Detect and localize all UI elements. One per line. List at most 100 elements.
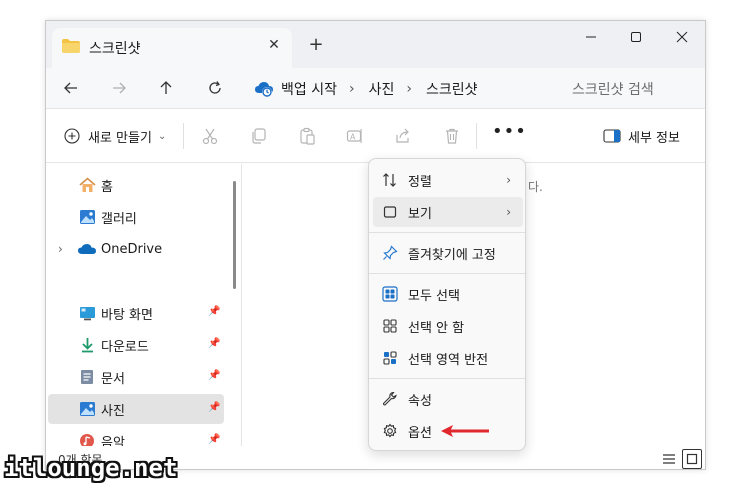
folder-icon: [62, 39, 80, 53]
document-icon: [78, 368, 96, 386]
breadcrumb-backup[interactable]: 백업 시작: [281, 79, 337, 99]
tab-close-icon[interactable]: ✕: [263, 34, 285, 56]
breadcrumb-screenshots[interactable]: 스크린샷: [426, 79, 478, 99]
divider: [183, 123, 184, 149]
sidebar-item-label: 홈: [101, 179, 113, 195]
settings-icon: [381, 422, 399, 440]
close-icon[interactable]: [659, 21, 705, 53]
pane-divider[interactable]: [241, 164, 242, 447]
empty-folder-text: 다.: [528, 180, 543, 194]
chevron-down-icon: ⌄: [157, 130, 167, 142]
breadcrumb-pictures[interactable]: 사진: [369, 79, 395, 99]
pin-icon: [381, 244, 399, 262]
forward-icon[interactable]: [104, 74, 134, 102]
copy-icon[interactable]: [247, 125, 269, 147]
backup-cloud-icon: [255, 81, 273, 97]
download-icon: [78, 336, 96, 354]
rename-icon[interactable]: A: [344, 125, 366, 147]
chevron-right-icon[interactable]: ›: [406, 81, 412, 97]
sidebar-item-label: 바탕 화면: [101, 307, 153, 323]
title-bar: 스크린샷 ✕ +: [46, 21, 705, 68]
pin-icon[interactable]: 📌: [208, 402, 220, 416]
refresh-icon[interactable]: [200, 74, 230, 102]
minimize-icon[interactable]: [568, 21, 614, 53]
sidebar-item-label: 다운로드: [101, 339, 149, 355]
menu-item-view[interactable]: 보기 ›: [373, 197, 523, 227]
new-tab-button[interactable]: +: [304, 33, 328, 57]
sidebar-item-downloads[interactable]: 다운로드 📌: [48, 330, 224, 360]
details-view-icon[interactable]: [659, 449, 679, 469]
picture-icon: [78, 400, 96, 418]
cut-icon[interactable]: [199, 125, 221, 147]
navigation-bar: 백업 시작 › 사진 › 스크린샷 스크린샷 검색: [46, 68, 705, 109]
sidebar-scrollbar[interactable]: [233, 181, 236, 289]
pin-icon[interactable]: 📌: [208, 338, 220, 352]
new-button-label: 새로 만들기: [88, 130, 152, 146]
wrench-icon: [381, 390, 399, 408]
share-icon[interactable]: [392, 125, 414, 147]
menu-item-label: 선택 안 함: [408, 320, 465, 336]
chevron-right-icon[interactable]: ›: [349, 81, 355, 97]
gallery-icon: [78, 208, 96, 226]
more-options-button[interactable]: •••: [492, 123, 526, 147]
sidebar-item-gallery[interactable]: 갤러리: [48, 202, 224, 232]
select-none-icon: [381, 317, 399, 335]
menu-item-label: 속성: [408, 393, 432, 409]
invert-selection-icon: [381, 349, 399, 367]
details-button[interactable]: 세부 정보: [603, 124, 680, 148]
pin-icon[interactable]: 📌: [208, 370, 220, 384]
more-options-menu: 정렬 › 보기 › 즐겨찾기에 고정 모두 선택 선택 안 함 선택 영역 반전: [368, 158, 526, 451]
maximize-icon[interactable]: [613, 21, 659, 53]
svg-text:A: A: [350, 133, 356, 142]
sidebar-item-desktop[interactable]: 바탕 화면 📌: [48, 298, 224, 328]
menu-item-sort[interactable]: 정렬 ›: [373, 165, 523, 195]
details-label: 세부 정보: [628, 130, 680, 146]
menu-item-properties[interactable]: 속성: [373, 384, 523, 414]
sort-icon: [381, 171, 399, 189]
menu-item-select-all[interactable]: 모두 선택: [373, 279, 523, 309]
chevron-right-icon[interactable]: ›: [58, 242, 78, 256]
new-button[interactable]: 새로 만들기 ⌄: [64, 124, 166, 148]
details-pane-icon: [603, 129, 621, 143]
up-icon[interactable]: [151, 74, 181, 102]
address-bar[interactable]: 백업 시작 › 사진 › 스크린샷: [247, 73, 547, 104]
menu-item-pin-quick-access[interactable]: 즐겨찾기에 고정: [373, 238, 523, 268]
sidebar-item-home[interactable]: 홈: [48, 170, 224, 200]
tab-screenshots[interactable]: 스크린샷 ✕: [52, 28, 292, 68]
menu-item-label: 모두 선택: [408, 288, 460, 304]
sidebar-item-pictures[interactable]: 사진 📌: [48, 394, 224, 424]
sidebar-item-label: 문서: [101, 371, 125, 387]
plus-circle-icon: [64, 128, 80, 144]
home-icon: [78, 176, 96, 194]
pin-icon[interactable]: 📌: [208, 306, 220, 320]
menu-item-label: 즐겨찾기에 고정: [408, 247, 496, 263]
sidebar-item-label: 갤러리: [101, 211, 137, 227]
menu-item-label: 보기: [408, 206, 432, 222]
watermark: itlounge.net: [4, 454, 178, 482]
sidebar-item-documents[interactable]: 문서 📌: [48, 362, 224, 392]
navigation-pane: 홈 갤러리 › OneDrive 바탕 화면 📌 다운로드 📌 문서 📌 사진 …: [46, 164, 231, 454]
chevron-right-icon: ›: [506, 173, 511, 187]
sidebar-item-label: 사진: [101, 403, 125, 419]
desktop-icon: [78, 304, 96, 322]
menu-item-label: 정렬: [408, 174, 432, 190]
menu-item-invert-selection[interactable]: 선택 영역 반전: [373, 343, 523, 373]
view-icon: [381, 203, 399, 221]
menu-separator: [369, 273, 525, 274]
sidebar-item-label: OneDrive: [101, 241, 163, 257]
annotation-arrow-icon: [441, 425, 489, 437]
search-placeholder: 스크린샷 검색: [572, 81, 654, 98]
menu-item-select-none[interactable]: 선택 안 함: [373, 311, 523, 341]
command-bar: 새로 만들기 ⌄ A ••• 세부 정보: [46, 109, 705, 163]
tiles-view-icon[interactable]: [682, 449, 702, 469]
menu-item-label: 옵션: [408, 425, 432, 441]
select-all-icon: [381, 285, 399, 303]
sidebar-item-onedrive[interactable]: › OneDrive: [48, 234, 224, 264]
search-input[interactable]: 스크린샷 검색: [556, 73, 702, 104]
menu-separator: [369, 378, 525, 379]
paste-icon[interactable]: [296, 125, 318, 147]
back-icon[interactable]: [56, 74, 86, 102]
menu-item-label: 선택 영역 반전: [408, 352, 489, 368]
delete-icon[interactable]: [441, 125, 463, 147]
divider: [476, 123, 477, 149]
